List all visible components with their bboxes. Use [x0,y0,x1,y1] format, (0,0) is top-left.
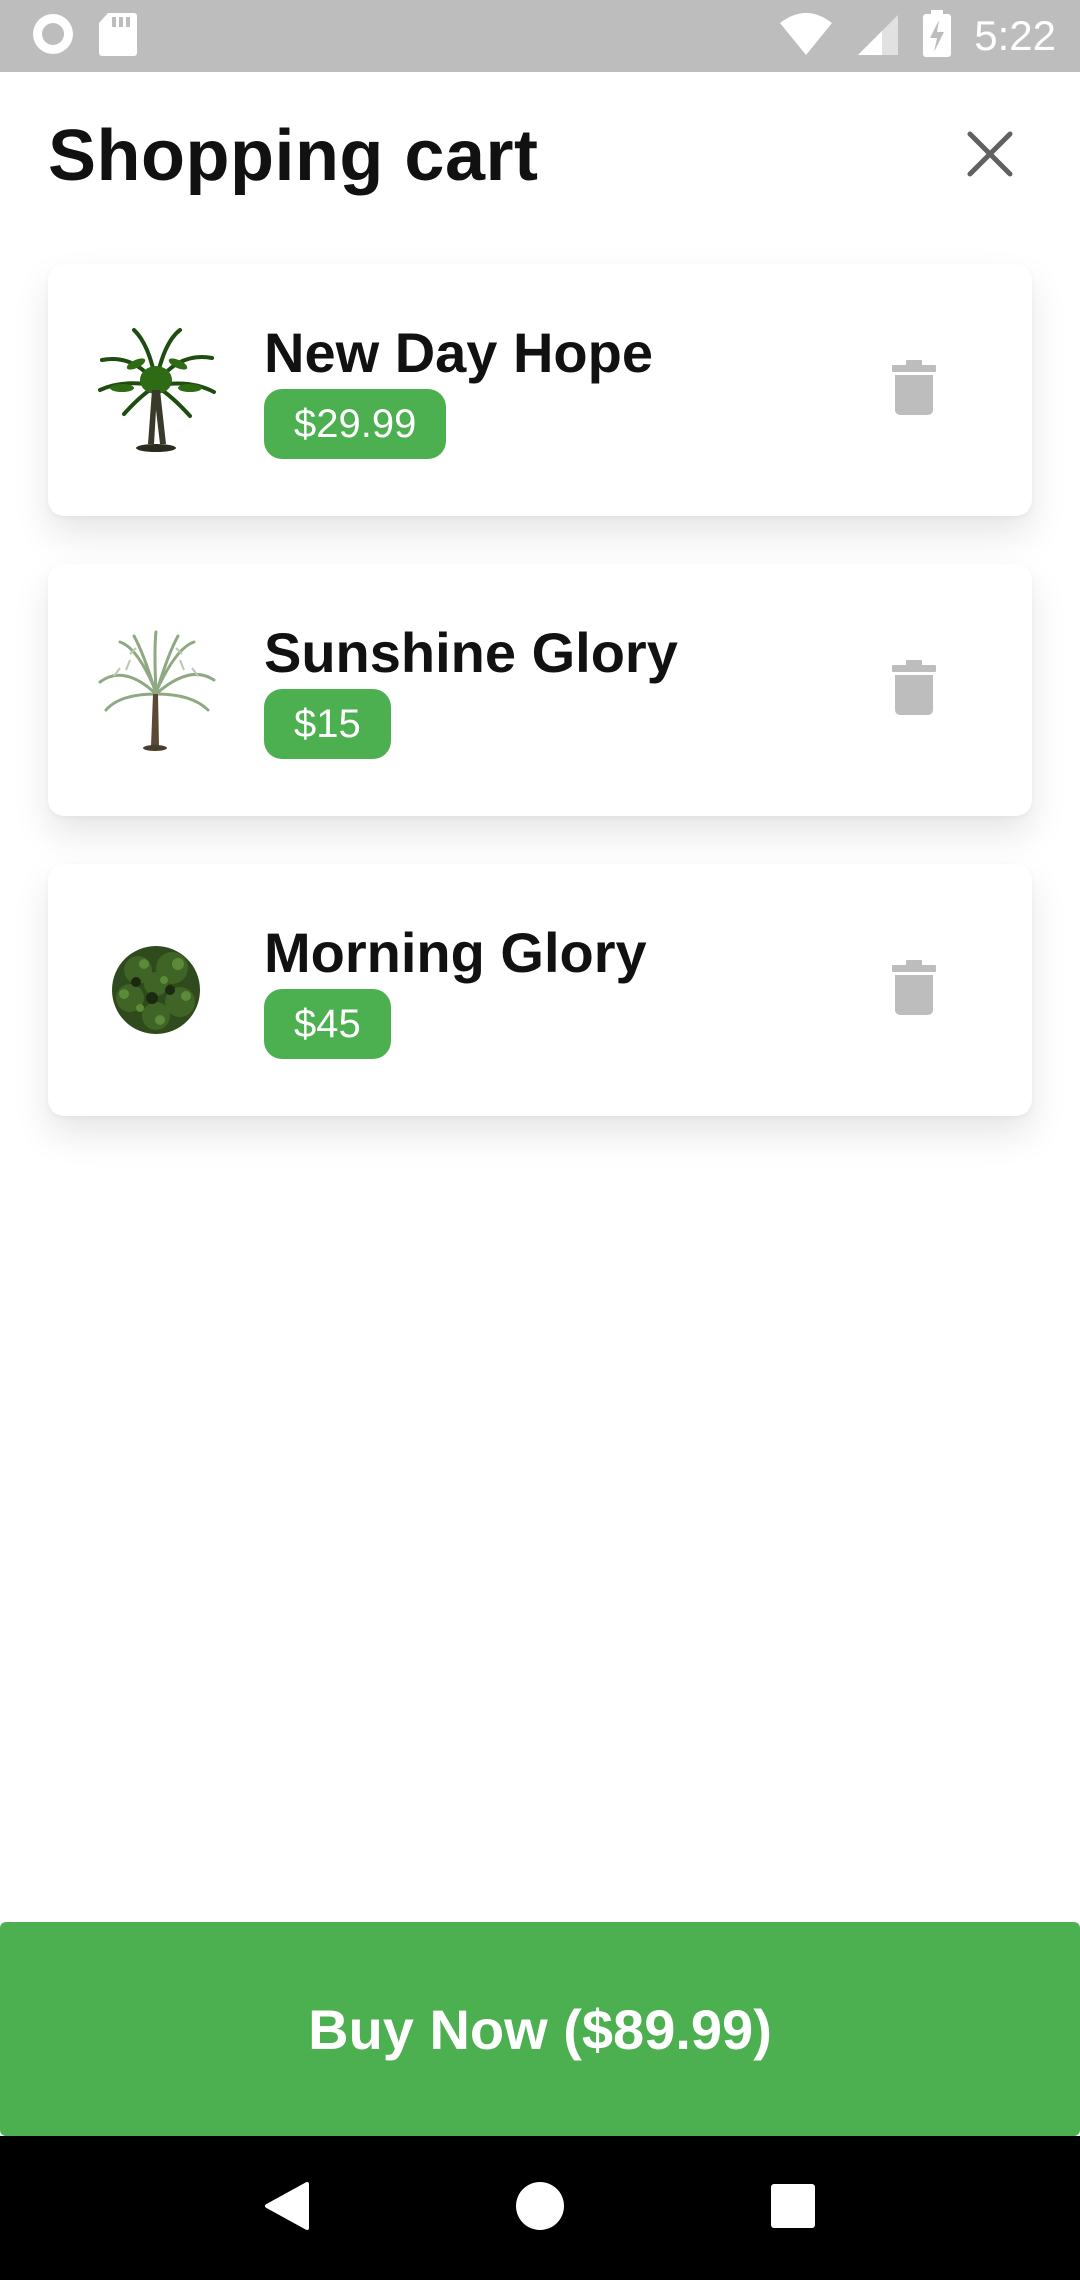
status-time: 5:22 [974,12,1056,59]
shrub-image [90,924,222,1056]
page-title: Shopping cart [48,116,539,196]
close-button[interactable] [948,114,1032,198]
trash-icon [892,959,936,1021]
item-name: Morning Glory [264,921,647,984]
buy-now-button[interactable]: Buy Now ($89.99) [0,1922,1080,2136]
home-icon [515,2181,565,2236]
cart-list: New Day Hope $29.99 Sunshine Glory $15 M… [48,264,1032,1164]
record-icon [30,11,76,62]
wifi-icon [778,11,834,62]
item-info: New Day Hope $29.99 [264,321,653,459]
cart-item[interactable]: Morning Glory $45 [48,864,1032,1116]
nav-back-button[interactable] [237,2158,337,2258]
cart-item[interactable]: Sunshine Glory $15 [48,564,1032,816]
delete-button[interactable] [884,954,944,1026]
item-info: Sunshine Glory $15 [264,621,678,759]
signal-icon [856,11,900,62]
delete-button[interactable] [884,354,944,426]
item-info: Morning Glory $45 [264,921,647,1059]
header: Shopping cart [0,72,1080,240]
navigation-bar [0,2136,1080,2280]
item-name: New Day Hope [264,321,653,384]
price-badge: $45 [264,989,391,1059]
palm-tree-image [90,324,222,456]
date-palm-image [90,624,222,756]
nav-home-button[interactable] [490,2158,590,2258]
trash-icon [892,359,936,421]
price-badge: $15 [264,689,391,759]
status-left-icons [30,11,138,62]
recents-icon [770,2183,816,2234]
delete-button[interactable] [884,654,944,726]
battery-charging-icon [922,9,952,63]
close-icon [966,130,1014,183]
status-right-icons: 5:22 [778,9,1056,63]
trash-icon [892,659,936,721]
price-badge: $29.99 [264,389,447,459]
item-name: Sunshine Glory [264,621,678,684]
status-bar: 5:22 [0,0,1080,72]
back-icon [263,2180,311,2237]
cart-item[interactable]: New Day Hope $29.99 [48,264,1032,516]
sd-card-icon [98,11,138,62]
nav-recents-button[interactable] [743,2158,843,2258]
